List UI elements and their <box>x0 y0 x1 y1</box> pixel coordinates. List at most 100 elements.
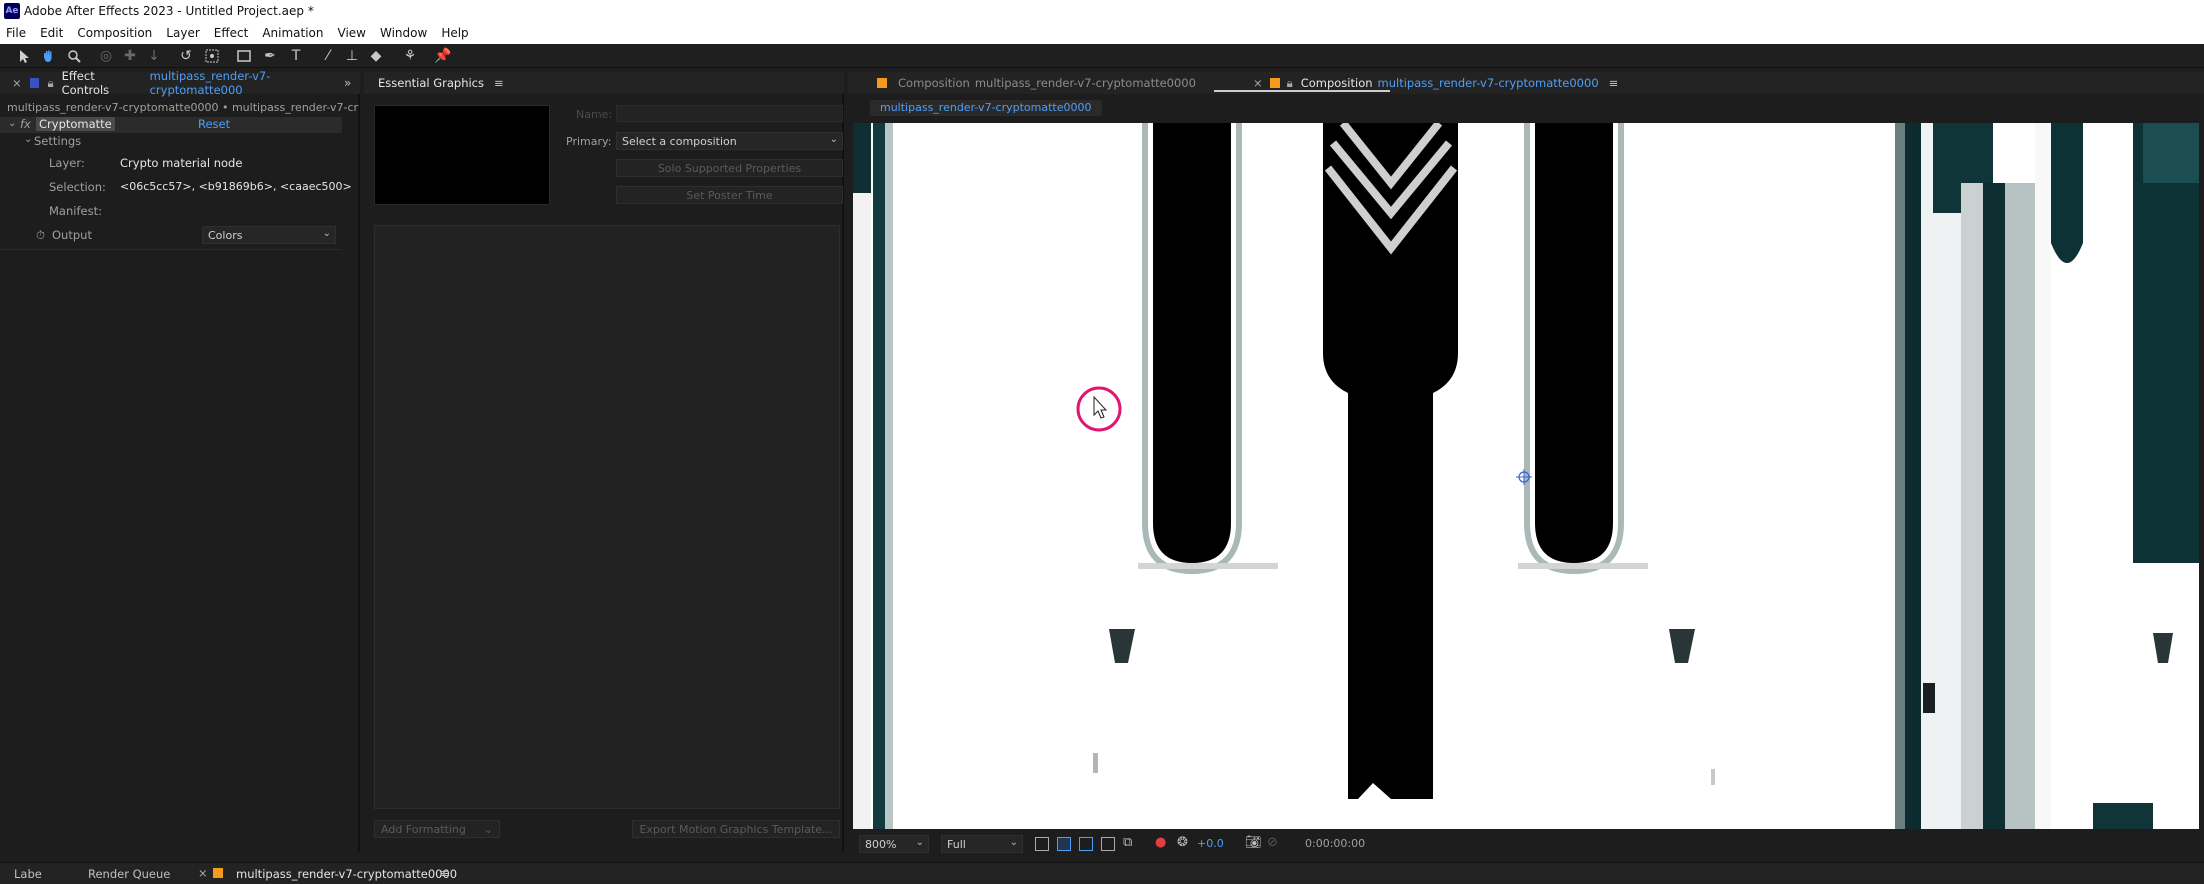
comp-subtab[interactable]: multipass_render-v7-cryptomatte0000 <box>870 100 1102 116</box>
snapshot-icon[interactable]: 📷︎ <box>1245 835 1262 850</box>
active-tab-underline <box>1214 90 1390 92</box>
menu-effect[interactable]: Effect <box>214 26 249 40</box>
bottom-tabbar: Labe Render Queue × multipass_render-v7-… <box>0 862 2204 884</box>
composition-viewer[interactable] <box>853 123 2199 829</box>
panel-overflow-icon[interactable]: » <box>344 76 351 90</box>
panel-menu-icon[interactable]: ≡ <box>440 866 450 880</box>
resolution-dropdown[interactable]: Full ⌄ <box>941 835 1023 853</box>
divider <box>0 249 342 250</box>
effect-controls-target[interactable]: multipass_render-v7-cryptomatte000 <box>150 69 360 97</box>
mask-visibility-icon[interactable] <box>1079 837 1093 851</box>
primary-label: Primary: <box>566 135 612 148</box>
menu-window[interactable]: Window <box>380 26 427 40</box>
composition-tabbar: Composition multipass_render-v7-cryptoma… <box>848 72 2204 94</box>
set-poster-time-button[interactable]: Set Poster Time <box>616 186 843 204</box>
hand-tool-icon[interactable] <box>40 48 56 64</box>
primary-dropdown[interactable]: Select a composition ⌄ <box>616 132 843 150</box>
layer-label: Layer: <box>49 156 85 170</box>
show-snapshot-icon[interactable]: ⊘ <box>1267 835 1278 850</box>
type-tool-icon[interactable]: T <box>288 48 304 64</box>
close-tab-icon[interactable]: × <box>12 76 22 90</box>
panel-menu-icon[interactable]: ≡ <box>1609 76 1619 90</box>
tab2-comp-name[interactable]: multipass_render-v7-cryptomatte0000 <box>1378 76 1599 90</box>
zoom-tool-icon[interactable] <box>66 48 82 64</box>
settings-chevron-icon[interactable]: ⌄ <box>24 134 32 145</box>
resolution-value: Full <box>947 837 966 851</box>
close-tab-icon[interactable]: × <box>198 866 208 880</box>
name-field[interactable] <box>616 105 843 122</box>
orbit-camera-icon[interactable]: ◎ <box>98 48 114 64</box>
close-tab-icon[interactable]: × <box>1253 76 1263 90</box>
menu-layer[interactable]: Layer <box>166 26 199 40</box>
menu-view[interactable]: View <box>338 26 366 40</box>
comp-color-swatch <box>213 868 223 878</box>
channel-icon[interactable]: ⧉ <box>1123 835 1132 850</box>
region-of-interest-icon[interactable] <box>1035 837 1049 851</box>
brush-tool-icon[interactable]: ⁄ <box>320 48 336 64</box>
puppet-pin-icon[interactable]: 📌 <box>434 48 451 64</box>
solo-supported-properties-button[interactable]: Solo Supported Properties <box>616 159 843 177</box>
current-time[interactable]: 0:00:00:00 <box>1305 837 1365 850</box>
dolly-camera-icon[interactable]: ↓ <box>146 48 162 64</box>
lock-icon[interactable]: 🔒︎ <box>1287 76 1293 91</box>
chevron-down-icon: ⌄ <box>915 837 924 848</box>
selection-tool-icon[interactable] <box>16 48 32 64</box>
roto-brush-icon[interactable]: ⚘ <box>402 48 418 64</box>
stopwatch-icon[interactable]: ⏱︎ <box>36 228 45 243</box>
effect-name[interactable]: Cryptomatte <box>36 117 115 131</box>
rotation-tool-icon[interactable]: ↺ <box>178 48 194 64</box>
pan-camera-icon[interactable]: ✚ <box>122 48 138 64</box>
reset-link[interactable]: Reset <box>198 117 230 131</box>
tools-toolbar: ◎ ✚ ↓ ↺ ✒ T ⁄ ⊥ ◆ ⚘ 📌 <box>0 44 2204 113</box>
selection-label: Selection: <box>49 180 106 194</box>
menu-animation[interactable]: Animation <box>262 26 323 40</box>
tab1-comp-name[interactable]: multipass_render-v7-cryptomatte0000 <box>975 76 1196 90</box>
manifest-label: Manifest: <box>49 204 102 218</box>
chevron-down-icon: ⌄ <box>322 228 331 239</box>
layer-value[interactable]: Crypto material node <box>120 156 242 170</box>
title-bar: Ae Adobe After Effects 2023 - Untitled P… <box>0 0 2204 22</box>
export-template-button[interactable]: Export Motion Graphics Template... <box>632 820 840 838</box>
tab2-prefix[interactable]: Composition <box>1301 76 1373 90</box>
exposure-value[interactable]: +0.0 <box>1197 837 1224 850</box>
tab-essential-graphics[interactable]: Essential Graphics <box>378 76 484 90</box>
viewer-footer: 800% ⌄ Full ⌄ ⧉ ● ❂ +0.0 📷︎ ⊘ 0:00:00:00 <box>853 833 2199 855</box>
layer-color-swatch <box>29 78 40 88</box>
menu-bar: File Edit Composition Layer Effect Anima… <box>0 22 2204 44</box>
chevron-down-icon: ⌄ <box>1009 837 1018 848</box>
add-formatting-dropdown[interactable]: Add Formatting ⌄ <box>374 820 500 838</box>
output-value: Colors <box>208 228 243 242</box>
tab1-prefix[interactable]: Composition <box>898 76 970 90</box>
settings-group[interactable]: Settings <box>34 134 81 148</box>
rectangle-tool-icon[interactable] <box>236 48 252 64</box>
comp-subtab-label: multipass_render-v7-cryptomatte0000 <box>880 101 1092 114</box>
collapse-chevron-icon[interactable]: ⌄ <box>8 118 16 129</box>
output-dropdown[interactable]: Colors ⌄ <box>202 226 336 244</box>
clone-stamp-icon[interactable]: ⊥ <box>344 48 360 64</box>
pan-behind-icon[interactable] <box>204 48 220 64</box>
menu-help[interactable]: Help <box>441 26 468 40</box>
tab-timeline[interactable]: multipass_render-v7-cryptomatte0000 <box>236 867 457 881</box>
menu-composition[interactable]: Composition <box>77 26 152 40</box>
tab-render-queue[interactable]: Render Queue <box>88 867 170 881</box>
color-management-icon[interactable]: ● <box>1155 835 1166 850</box>
panel-menu-icon[interactable]: ≡ <box>494 76 504 90</box>
grid-guides-icon[interactable] <box>1101 837 1115 851</box>
selection-value[interactable]: <06c5cc57>, <b91869b6>, <caaec500> <box>120 180 352 193</box>
comp-color-swatch <box>1269 78 1280 88</box>
eraser-tool-icon[interactable]: ◆ <box>368 48 384 64</box>
effect-controls-panel: × 🔒︎ Effect Controls multipass_render-v7… <box>0 69 360 852</box>
tab-label-panel[interactable]: Labe <box>14 867 42 881</box>
lock-icon[interactable]: 🔒︎ <box>47 76 53 91</box>
zoom-value: 800% <box>865 837 897 851</box>
zoom-dropdown[interactable]: 800% ⌄ <box>859 835 929 853</box>
fx-icon[interactable]: fx <box>20 117 31 131</box>
chevron-down-icon: ⌄ <box>483 822 493 836</box>
menu-file[interactable]: File <box>6 26 26 40</box>
pen-tool-icon[interactable]: ✒ <box>262 48 278 64</box>
transparency-grid-icon[interactable] <box>1057 837 1071 851</box>
chevron-down-icon: ⌄ <box>829 134 838 145</box>
menu-edit[interactable]: Edit <box>40 26 63 40</box>
tab-effect-controls[interactable]: Effect Controls <box>62 69 145 97</box>
exposure-icon[interactable]: ❂ <box>1177 835 1188 850</box>
